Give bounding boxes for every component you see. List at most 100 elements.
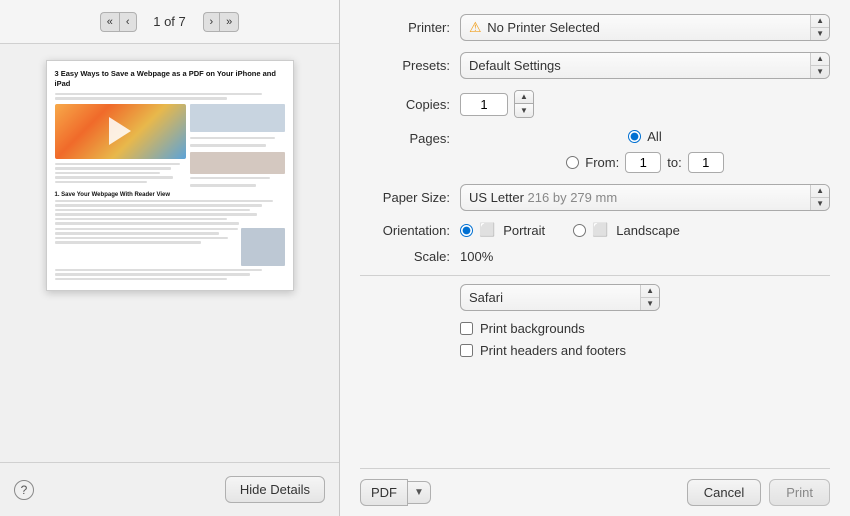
paper-size-spin-down[interactable]: ▼ [811,198,829,210]
safari-spin-up[interactable]: ▲ [641,285,659,298]
pages-all-label: All [647,129,661,144]
page-thumbnail: 3 Easy Ways to Save a Webpage as a PDF o… [46,60,294,291]
paper-size-value: US Letter 216 by 279 mm [461,187,810,208]
presets-select[interactable]: Default Settings ▲ ▼ [460,52,830,79]
paper-size-extra: 216 by 279 mm [528,190,618,205]
thumb-hero-image [55,104,187,159]
landscape-label: Landscape [616,223,680,238]
scale-value: 100% [460,249,493,264]
print-headers-checkbox[interactable] [460,344,473,357]
copies-step-up[interactable]: ▲ [515,91,533,104]
last-page-button[interactable]: » [219,12,239,32]
presets-spin-up[interactable]: ▲ [811,53,829,66]
help-button[interactable]: ? [14,480,34,500]
pages-to-label: to: [667,155,681,170]
presets-label: Presets: [360,58,460,73]
right-panel: Printer: ⚠ No Printer Selected ▲ ▼ Prese… [340,0,850,516]
paper-size-row: Paper Size: US Letter 216 by 279 mm ▲ ▼ [360,184,830,211]
pdf-button[interactable]: PDF [360,479,408,506]
pages-all-radio[interactable] [628,130,641,143]
print-button[interactable]: Print [769,479,830,506]
print-backgrounds-row: Print backgrounds [360,321,830,336]
cancel-button[interactable]: Cancel [687,479,761,506]
copies-stepper: ▲ ▼ [514,90,534,118]
safari-select[interactable]: Safari ▲ ▼ [460,284,660,311]
pdf-group: PDF ▼ [360,479,431,506]
pages-all-row: All [628,129,661,144]
landscape-option: ⬜ Landscape [573,222,680,238]
safari-value: Safari [461,287,640,308]
first-page-button[interactable]: « [100,12,119,32]
landscape-radio[interactable] [573,224,586,237]
paper-size-control: US Letter 216 by 279 mm ▲ ▼ [460,184,830,211]
portrait-option: ⬜ Portrait [460,222,545,238]
printer-select[interactable]: ⚠ No Printer Selected ▲ ▼ [460,14,830,41]
printer-spin-down[interactable]: ▼ [811,28,829,40]
presets-spin-down[interactable]: ▼ [811,66,829,78]
scale-label: Scale: [360,249,460,264]
paper-size-spinner[interactable]: ▲ ▼ [810,185,829,210]
orientation-label: Orientation: [360,223,460,238]
printer-spinner[interactable]: ▲ ▼ [810,15,829,40]
copies-label: Copies: [360,97,460,112]
nav-first-prev-group: « ‹ [100,12,137,32]
pages-from-label: From: [585,155,619,170]
portrait-radio[interactable] [460,224,473,237]
orientation-control: ⬜ Portrait ⬜ Landscape [460,222,830,238]
preview-area: 3 Easy Ways to Save a Webpage as a PDF o… [0,44,339,462]
warning-icon: ⚠ [469,19,482,35]
hide-details-button[interactable]: Hide Details [225,476,325,503]
pages-row: Pages: All From: 1 to: 1 [360,129,830,173]
prev-page-button[interactable]: ‹ [119,12,137,32]
printer-value: No Printer Selected [487,20,600,35]
print-backgrounds-label: Print backgrounds [480,321,585,336]
pages-from-input[interactable]: 1 [625,152,661,173]
safari-spinner[interactable]: ▲ ▼ [640,285,659,310]
copies-control: 1 ▲ ▼ [460,90,830,118]
pages-label: Pages: [360,129,460,146]
portrait-label: Portrait [503,223,545,238]
nav-next-last-group: › » [203,12,240,32]
pages-from-radio[interactable] [566,156,579,169]
portrait-icon: ⬜ [479,222,495,238]
paper-size-select[interactable]: US Letter 216 by 279 mm ▲ ▼ [460,184,830,211]
copies-input[interactable]: 1 [460,93,508,116]
safari-dropdown-row: Safari ▲ ▼ [360,284,830,311]
copies-step-down[interactable]: ▼ [515,104,533,117]
thumb-subtitle [55,93,285,100]
thumb-title: 3 Easy Ways to Save a Webpage as a PDF o… [55,69,285,89]
paper-size-spin-up[interactable]: ▲ [811,185,829,198]
paper-size-label: Paper Size: [360,190,460,205]
copies-row: Copies: 1 ▲ ▼ [360,90,830,118]
landscape-icon: ⬜ [592,222,608,238]
next-page-button[interactable]: › [203,12,220,32]
action-buttons: Cancel Print [687,479,830,506]
printer-control: ⚠ No Printer Selected ▲ ▼ [460,14,830,41]
printer-warning-icon: ⚠ No Printer Selected [461,16,810,39]
presets-row: Presets: Default Settings ▲ ▼ [360,52,830,79]
safari-section: Safari ▲ ▼ Print backgrounds Print heade… [360,284,830,358]
pages-control: All From: 1 to: 1 [460,129,830,173]
pages-to-input[interactable]: 1 [688,152,724,173]
pages-from-row: From: 1 to: 1 [566,152,723,173]
scale-row: Scale: 100% [360,249,830,264]
form-section: Printer: ⚠ No Printer Selected ▲ ▼ Prese… [360,14,830,460]
left-panel: « ‹ 1 of 7 › » 3 Easy Ways to Save a Web… [0,0,340,516]
thumb-section-title: 1. Save Your Webpage With Reader View [55,192,285,198]
print-headers-label: Print headers and footers [480,343,626,358]
bottom-bar-left: ? Hide Details [0,462,339,516]
printer-row: Printer: ⚠ No Printer Selected ▲ ▼ [360,14,830,41]
presets-control: Default Settings ▲ ▼ [460,52,830,79]
scale-control: 100% [460,249,830,264]
printer-spin-up[interactable]: ▲ [811,15,829,28]
printer-label: Printer: [360,20,460,35]
preview-toolbar: « ‹ 1 of 7 › » [0,0,339,44]
bottom-bar-right: PDF ▼ Cancel Print [360,468,830,516]
print-headers-row: Print headers and footers [360,343,830,358]
print-backgrounds-checkbox[interactable] [460,322,473,335]
presets-value: Default Settings [461,55,810,76]
presets-spinner[interactable]: ▲ ▼ [810,53,829,78]
safari-spin-down[interactable]: ▼ [641,298,659,310]
pdf-dropdown-button[interactable]: ▼ [408,481,431,504]
divider [360,275,830,276]
